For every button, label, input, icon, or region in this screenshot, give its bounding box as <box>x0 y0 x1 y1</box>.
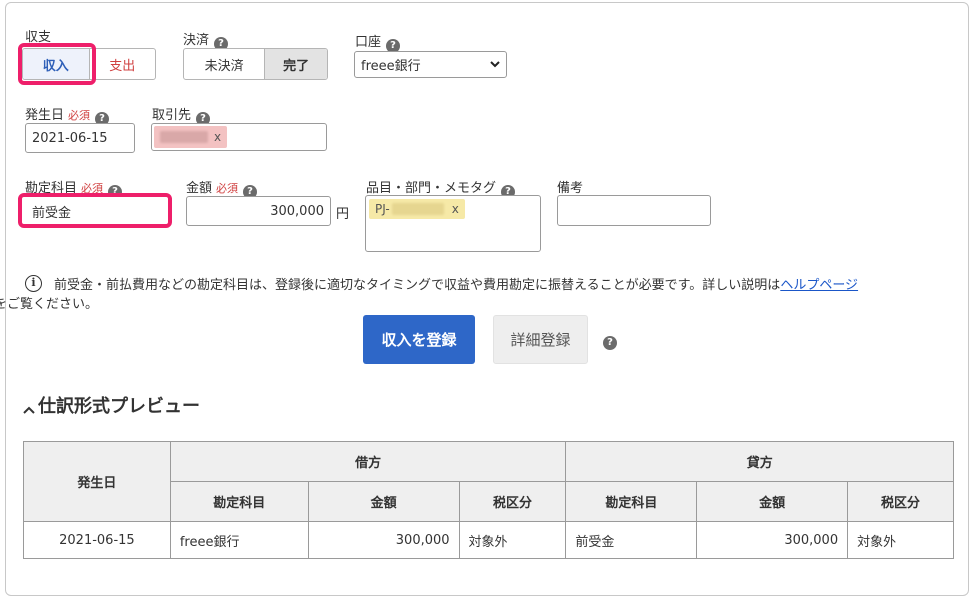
partner-tag: x <box>154 126 228 148</box>
help-icon[interactable]: ? <box>603 336 617 350</box>
required-badge: 必須 <box>68 109 91 122</box>
amount-label: 金額 <box>186 181 213 196</box>
amount-unit: 円 <box>336 207 350 222</box>
detail-register-button[interactable]: 詳細登録 <box>493 315 588 364</box>
income-highlight <box>18 43 96 85</box>
settlement-label: 決済 <box>183 33 210 48</box>
expense-option[interactable]: 支出 <box>88 49 156 79</box>
tag-prefix: PJ- <box>375 202 390 216</box>
row-date: 2021-06-15 <box>23 521 171 559</box>
header-credit-account: 勘定科目 <box>565 481 698 522</box>
header-debit-account: 勘定科目 <box>169 481 309 522</box>
actions-help: ? <box>603 332 617 350</box>
unsettled-option[interactable]: 未決済 <box>184 49 264 79</box>
tags-input[interactable]: PJ- x <box>365 195 541 252</box>
header-debit-amount: 金額 <box>307 481 460 522</box>
help-page-link[interactable]: ヘルプページ <box>780 278 858 293</box>
header-credit: 貸方 <box>565 441 954 482</box>
settlement-toggle: 未決済 完了 <box>183 48 328 80</box>
tag-item: PJ- x <box>369 199 465 219</box>
amount-input[interactable]: 300,000 <box>186 196 331 226</box>
journal-preview-table: 発生日 借方 貸方 勘定科目 金額 税区分 勘定科目 金額 税区分 2021-0… <box>23 441 954 559</box>
memo-label: 備考 <box>557 181 584 196</box>
header-credit-amount: 金額 <box>696 481 849 522</box>
account-select[interactable]: freee銀行 <box>354 51 507 78</box>
row-credit-account: 前受金 <box>565 521 698 559</box>
notice-text: 前受金・前払費用などの勘定科目は、登録後に適切なタイミングで収益や費用勘定に振替… <box>0 276 954 314</box>
account-select-value: freee銀行 <box>361 59 421 74</box>
chevron-down-icon <box>490 61 500 68</box>
row-debit-account: freee銀行 <box>169 521 309 559</box>
row-debit-tax: 対象外 <box>458 521 567 559</box>
notice-body: 前受金・前払費用などの勘定科目は、登録後に適切なタイミングで収益や費用勘定に振替… <box>54 278 781 293</box>
chevron-up-icon <box>23 406 35 414</box>
row-debit-amount: 300,000 <box>307 521 460 559</box>
settled-option[interactable]: 完了 <box>264 49 327 79</box>
tags-label: 品目・部門・メモタグ <box>366 181 497 196</box>
row-credit-amount: 300,000 <box>696 521 849 559</box>
notice-suffix: をご覧ください。 <box>0 297 99 312</box>
row-credit-tax: 対象外 <box>847 521 954 559</box>
account-label: 口座 <box>355 35 382 50</box>
partner-input[interactable]: x <box>151 123 327 151</box>
partner-name-redacted <box>160 131 208 143</box>
partner-tag-remove[interactable]: x <box>214 130 221 144</box>
header-debit-tax: 税区分 <box>458 481 567 522</box>
preview-title: 仕訳形式プレビュー <box>38 396 200 417</box>
account-label-row: 口座? <box>355 31 401 53</box>
header-date: 発生日 <box>23 441 171 522</box>
category-highlight <box>18 193 172 228</box>
tag-remove[interactable]: x <box>452 202 459 216</box>
date-label: 発生日 <box>25 108 65 123</box>
date-input[interactable]: 2021-06-15 <box>25 123 135 153</box>
partner-label: 取引先 <box>152 108 192 123</box>
header-credit-tax: 税区分 <box>847 481 954 522</box>
preview-toggle[interactable]: 仕訳形式プレビュー <box>22 392 200 418</box>
tag-name-redacted <box>391 203 444 215</box>
memo-input[interactable] <box>557 195 711 226</box>
required-badge: 必須 <box>216 182 239 195</box>
header-debit: 借方 <box>169 441 567 482</box>
register-income-button[interactable]: 収入を登録 <box>363 315 475 364</box>
table-row: 2021-06-15 freee銀行 300,000 対象外 前受金 300,0… <box>23 521 954 559</box>
